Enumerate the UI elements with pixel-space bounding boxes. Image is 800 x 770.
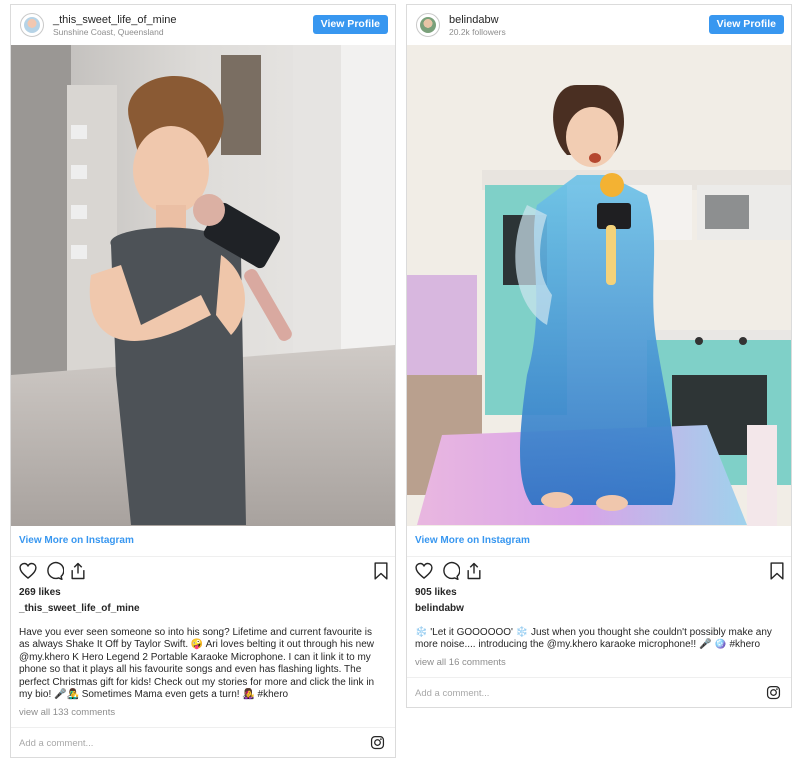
view-more-link[interactable]: View More on Instagram [407,526,791,557]
view-more-label[interactable]: View More on Instagram [415,535,530,546]
share-icon[interactable] [68,561,88,581]
post-header: _this_sweet_life_of_mine Sunshine Coast,… [11,5,395,45]
post-photo[interactable] [407,45,791,526]
username[interactable]: _this_sweet_life_of_mine [53,14,177,26]
username[interactable]: belindabw [449,14,499,26]
instagram-logo-icon[interactable] [766,685,781,700]
post-header: belindabw 20.2k followers View Profile [407,5,791,45]
view-profile-button[interactable]: View Profile [708,15,784,34]
post-caption: ❄️ 'Let it GOOOOOO' ❄️ Just when you tho… [415,627,772,651]
avatar[interactable] [416,13,440,37]
post-owner[interactable]: _this_sweet_life_of_mine [19,603,140,614]
action-bar [407,557,791,585]
likes-count[interactable]: 905 likes [415,587,457,598]
heart-icon[interactable] [18,561,38,581]
view-all-comments-link[interactable]: view all 16 comments [415,657,506,668]
comment-icon[interactable] [44,561,64,581]
post-caption: Have you ever seen someone so into his s… [19,627,375,701]
view-profile-button[interactable]: View Profile [312,15,388,34]
add-comment-bar: Add a comment... [11,727,395,758]
post-card-2: belindabw 20.2k followers View Profile V… [406,4,792,708]
avatar[interactable] [20,13,44,37]
instagram-logo-icon[interactable] [370,735,385,750]
action-bar [11,557,395,585]
comment-icon[interactable] [440,561,460,581]
add-comment-input[interactable]: Add a comment... [19,738,93,749]
add-comment-input[interactable]: Add a comment... [415,688,489,699]
likes-count[interactable]: 269 likes [19,587,61,598]
view-more-link[interactable]: View More on Instagram [11,526,395,557]
share-icon[interactable] [464,561,484,581]
post-card-1: _this_sweet_life_of_mine Sunshine Coast,… [10,4,396,758]
post-owner[interactable]: belindabw [415,603,464,614]
post-photo[interactable] [11,45,395,526]
follower-count: 20.2k followers [449,27,506,37]
bookmark-icon[interactable] [767,561,787,581]
view-more-label[interactable]: View More on Instagram [19,535,134,546]
bookmark-icon[interactable] [371,561,391,581]
view-all-comments-link[interactable]: view all 133 comments [19,707,115,718]
heart-icon[interactable] [414,561,434,581]
location: Sunshine Coast, Queensland [53,27,164,37]
add-comment-bar: Add a comment... [407,677,791,708]
